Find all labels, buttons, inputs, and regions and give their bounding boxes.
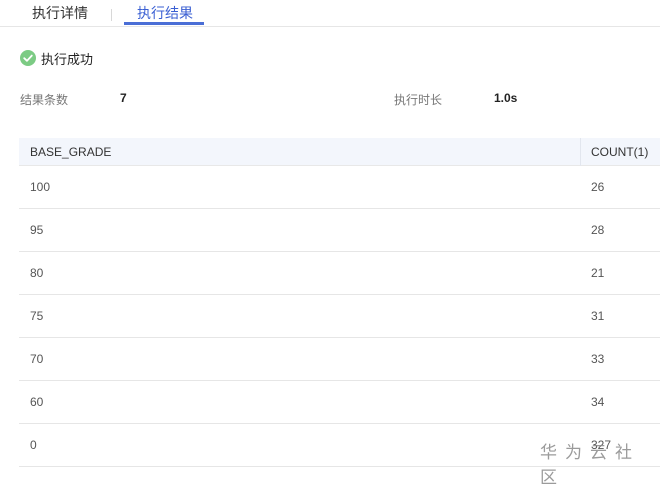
result-count-label: 结果条数 (20, 93, 69, 107)
table-row[interactable]: 60 34 (19, 381, 660, 424)
column-divider[interactable] (580, 138, 581, 166)
results-table: BASE_GRADE COUNT(1) 100 26 95 28 80 21 75 31 70 3… (19, 138, 660, 467)
table-header: BASE_GRADE COUNT(1) (19, 138, 660, 166)
cell-count: 21 (591, 266, 605, 280)
cell-count: 33 (591, 352, 605, 366)
tab-separator (111, 9, 112, 21)
cell-base-grade: 70 (30, 352, 44, 366)
result-count-value: 7 (120, 91, 127, 105)
status-text: 执行成功 (41, 51, 94, 67)
table-body: 100 26 95 28 80 21 75 31 70 33 60 34 0 327 (19, 166, 660, 467)
cell-base-grade: 75 (30, 309, 44, 323)
table-row[interactable]: 70 33 (19, 338, 660, 381)
cell-base-grade: 100 (30, 180, 51, 194)
cell-count: 34 (591, 395, 605, 409)
tab-bar: 执行详情 执行结果 (0, 0, 660, 27)
cell-count: 26 (591, 180, 605, 194)
cell-base-grade: 0 (30, 438, 37, 452)
cell-base-grade: 80 (30, 266, 44, 280)
duration-label: 执行时长 (394, 93, 443, 107)
table-row[interactable]: 80 21 (19, 252, 660, 295)
column-header-count[interactable]: COUNT(1) (591, 138, 648, 166)
column-header-base-grade[interactable]: BASE_GRADE (30, 138, 111, 166)
duration-value: 1.0s (494, 91, 518, 105)
tab-execution-details[interactable]: 执行详情 (32, 3, 88, 27)
table-row[interactable]: 75 31 (19, 295, 660, 338)
active-tab-indicator (124, 22, 204, 25)
cell-base-grade: 95 (30, 223, 44, 237)
table-row[interactable]: 100 26 (19, 166, 660, 209)
cell-count: 28 (591, 223, 605, 237)
watermark: 华为云社区 (540, 443, 640, 487)
cell-count: 31 (591, 309, 605, 323)
table-row[interactable]: 95 28 (19, 209, 660, 252)
cell-base-grade: 60 (30, 395, 44, 409)
success-check-icon (20, 50, 36, 66)
execution-status: 执行成功 (20, 49, 93, 67)
